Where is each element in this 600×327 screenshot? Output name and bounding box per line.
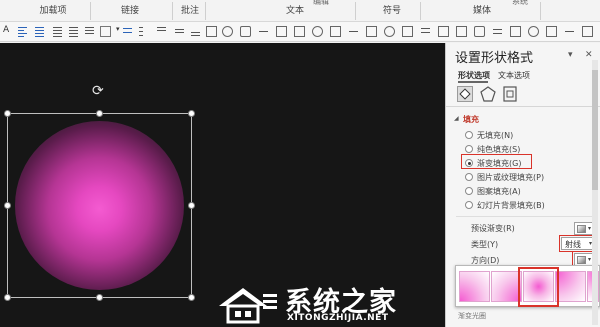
quick-style-icon[interactable] — [312, 26, 323, 37]
group-separator — [355, 2, 356, 20]
watermark: 系统之家 XITONGZHIJIA.NET — [213, 280, 448, 327]
group-text-label: 文本 — [285, 6, 304, 16]
align-left-icon[interactable] — [17, 26, 28, 37]
distribute-icon[interactable] — [84, 26, 95, 37]
tab-shape-options[interactable]: 形状选项 — [458, 70, 490, 81]
type-label: 类型(Y) — [471, 240, 499, 249]
color-icon[interactable] — [528, 26, 539, 37]
more-icon[interactable] — [564, 26, 575, 37]
oval-icon[interactable] — [222, 26, 233, 37]
resize-handle-tl[interactable] — [4, 110, 11, 117]
group-separator — [172, 2, 173, 20]
radio-button[interactable] — [465, 131, 473, 139]
house-logo-icon — [219, 288, 277, 324]
group-separator — [420, 2, 421, 20]
gradient-swatch-icon — [577, 225, 586, 233]
chevron-down-icon[interactable]: ▾ — [116, 25, 120, 33]
rounded-rect-icon[interactable] — [240, 26, 251, 37]
tab-text-options[interactable]: 文本选项 — [498, 70, 530, 81]
line-icon[interactable] — [348, 26, 359, 37]
ribbon-group-labels: 加载项 链接 批注 编辑 文本 符号 系统 媒体 — [0, 0, 600, 22]
collapse-caret-icon[interactable]: ◢ — [454, 115, 459, 122]
format-toolbar: A ▾ — [0, 22, 600, 42]
resize-handle-tr[interactable] — [188, 110, 195, 117]
active-tab-underline — [458, 81, 488, 83]
align-right-icon[interactable] — [52, 26, 63, 37]
group-comments-label: 批注 — [180, 6, 199, 16]
column-icon[interactable] — [138, 26, 149, 37]
gradient-stops-label: 渐变光圈 — [458, 312, 486, 320]
effects-pentagon-icon[interactable] — [480, 86, 496, 102]
fill-line-icon[interactable] — [457, 86, 473, 102]
size-properties-icon[interactable] — [502, 86, 518, 102]
group-separator — [205, 2, 206, 20]
ribbon-cut-label: 编辑 — [313, 0, 329, 6]
resize-handle-b[interactable] — [96, 294, 103, 301]
overflow-icon[interactable] — [582, 26, 593, 37]
radio-button[interactable] — [465, 173, 473, 181]
group-symbols-label: 符号 — [382, 6, 401, 16]
selection-box — [7, 113, 192, 298]
radio-button[interactable] — [465, 201, 473, 209]
highlight-direction-center — [518, 267, 559, 307]
effects-icon[interactable] — [384, 26, 395, 37]
text-direction-icon[interactable] — [122, 26, 133, 37]
direction-option-bottom-left[interactable] — [459, 271, 490, 302]
font-size-icon[interactable]: A — [3, 25, 9, 35]
size-icon[interactable] — [510, 26, 521, 37]
align-bottom-icon[interactable] — [190, 26, 201, 37]
table-icon[interactable] — [100, 26, 111, 37]
outline-icon[interactable] — [546, 26, 557, 37]
resize-handle-r[interactable] — [188, 202, 195, 209]
distribute-h-icon[interactable] — [492, 26, 503, 37]
preset-gradient-label: 预设渐变(R) — [471, 224, 515, 233]
group-icon[interactable] — [330, 26, 341, 37]
ribbon-cut-label: 系统 — [512, 0, 528, 6]
radio-button[interactable] — [465, 187, 473, 195]
textbox-icon[interactable] — [276, 26, 287, 37]
chevron-down-icon: ▾ — [588, 225, 592, 232]
send-backward-icon[interactable] — [438, 26, 449, 37]
radio-label: 图案填充(A) — [477, 187, 521, 196]
highlight-gradient-fill — [461, 154, 532, 169]
align-top-icon[interactable] — [156, 26, 167, 37]
preset-gradient-button[interactable]: ▾ — [574, 222, 594, 235]
rotate-handle-icon[interactable]: ⟳ — [92, 84, 106, 98]
selection-pane-icon[interactable] — [456, 26, 467, 37]
close-icon[interactable]: ✕ — [585, 50, 593, 60]
radio-label: 图片或纹理填充(P) — [477, 173, 545, 182]
pane-title: 设置形状格式 — [455, 51, 534, 66]
resize-handle-bl[interactable] — [4, 294, 11, 301]
radio-label: 幻灯片背景填充(B) — [477, 201, 545, 210]
arrange-icon[interactable] — [294, 26, 305, 37]
resize-handle-t[interactable] — [96, 110, 103, 117]
shape-icon[interactable] — [206, 26, 217, 37]
group-media-label: 媒体 — [472, 6, 491, 16]
align-objects-icon[interactable] — [474, 26, 485, 37]
watermark-url: XITONGZHIJIA.NET — [287, 313, 389, 323]
justify-icon[interactable] — [68, 26, 79, 37]
align-middle-icon[interactable] — [174, 26, 185, 37]
resize-handle-br[interactable] — [188, 294, 195, 301]
group-links-label: 链接 — [120, 6, 139, 16]
arrow-icon[interactable] — [258, 26, 269, 37]
radio-button[interactable] — [465, 145, 473, 153]
group-addins-label: 加载项 — [39, 6, 67, 16]
gradient-circle-shape[interactable] — [4, 110, 195, 301]
direction-option-top-left[interactable] — [555, 271, 586, 302]
direction-gallery — [455, 265, 600, 307]
pane-options-icon[interactable]: ▾ — [568, 50, 573, 60]
group-separator — [540, 2, 541, 20]
rotate-icon-toolbar[interactable] — [402, 26, 413, 37]
pane-scrollbar-thumb[interactable] — [592, 70, 598, 190]
align-center-icon[interactable] — [34, 26, 45, 37]
crop-icon[interactable] — [366, 26, 377, 37]
radio-label: 无填充(N) — [477, 131, 514, 140]
pane-divider — [446, 106, 600, 107]
pane-divider — [456, 216, 596, 217]
resize-handle-l[interactable] — [4, 202, 11, 209]
group-separator — [90, 2, 91, 20]
fill-section-heading[interactable]: 填充 — [463, 114, 479, 125]
bring-forward-icon[interactable] — [420, 26, 431, 37]
